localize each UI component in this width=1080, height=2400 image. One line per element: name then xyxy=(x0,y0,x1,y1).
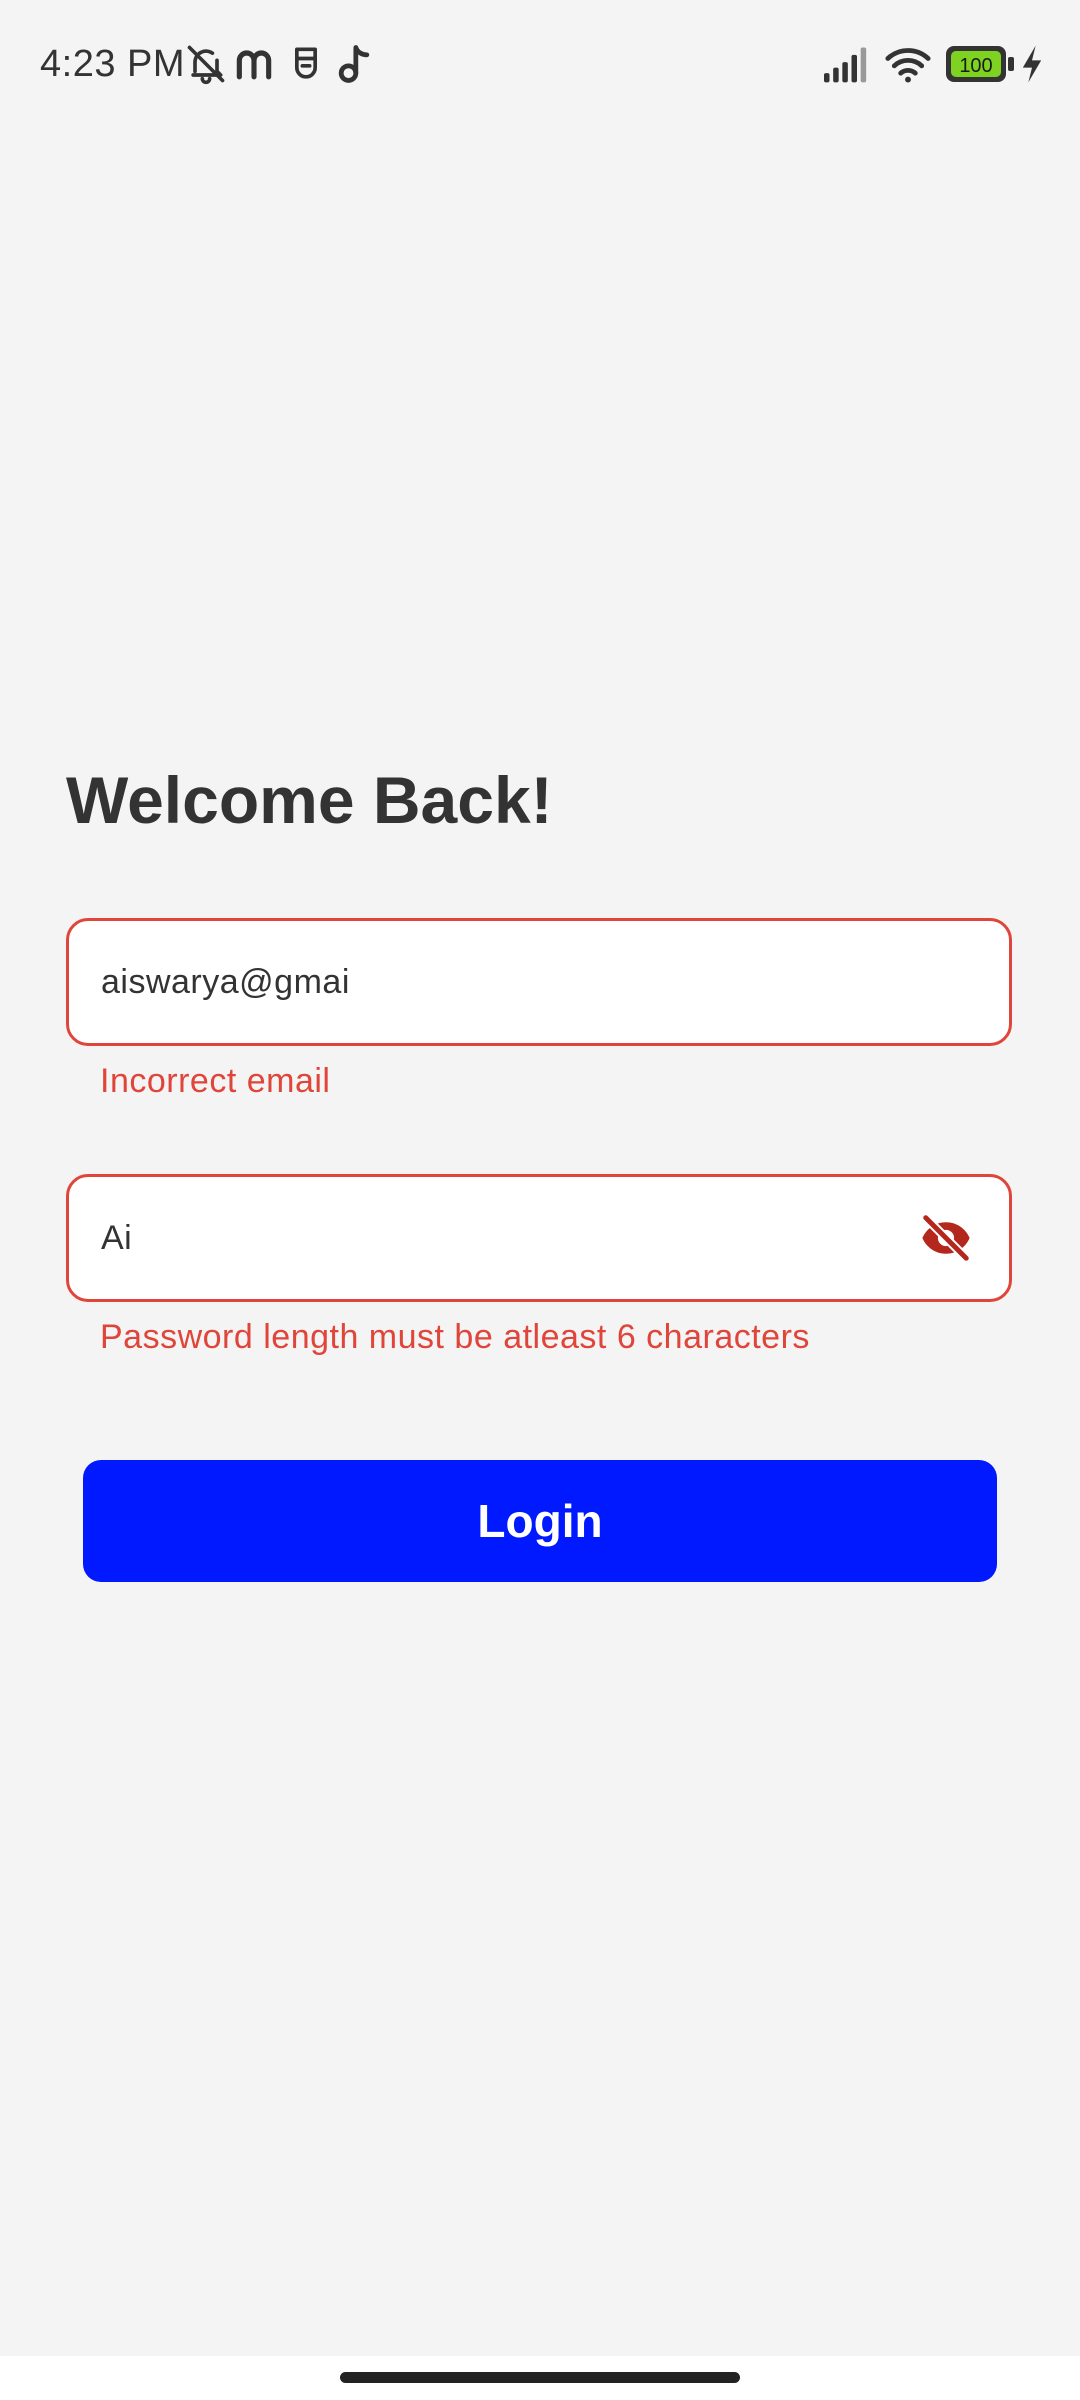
visibility-off-icon[interactable] xyxy=(919,1211,973,1265)
music-note-icon xyxy=(332,42,376,86)
status-bar: 4:23 PM 100 xyxy=(0,0,1080,130)
password-field[interactable]: Ai xyxy=(66,1174,1012,1302)
email-error-text: Incorrect email xyxy=(100,1062,331,1100)
battery-level: 100 xyxy=(959,55,992,77)
login-button[interactable]: Login xyxy=(83,1460,997,1582)
charging-bolt-icon xyxy=(1020,42,1044,86)
status-time: 4:23 PM xyxy=(40,43,186,85)
wifi-icon xyxy=(882,42,934,86)
home-indicator[interactable] xyxy=(340,2372,740,2383)
signal-icon xyxy=(820,42,872,86)
password-value[interactable]: Ai xyxy=(101,1177,132,1299)
email-field[interactable]: aiswarya@gmai xyxy=(66,918,1012,1046)
bell-off-icon xyxy=(184,42,228,86)
email-value[interactable]: aiswarya@gmai xyxy=(101,921,350,1043)
battery-icon: 100 xyxy=(944,42,1016,86)
password-error-text: Password length must be atleast 6 charac… xyxy=(100,1318,810,1356)
page-title: Welcome Back! xyxy=(66,763,553,837)
m-app-icon xyxy=(232,42,276,86)
mask-app-icon xyxy=(284,42,328,86)
